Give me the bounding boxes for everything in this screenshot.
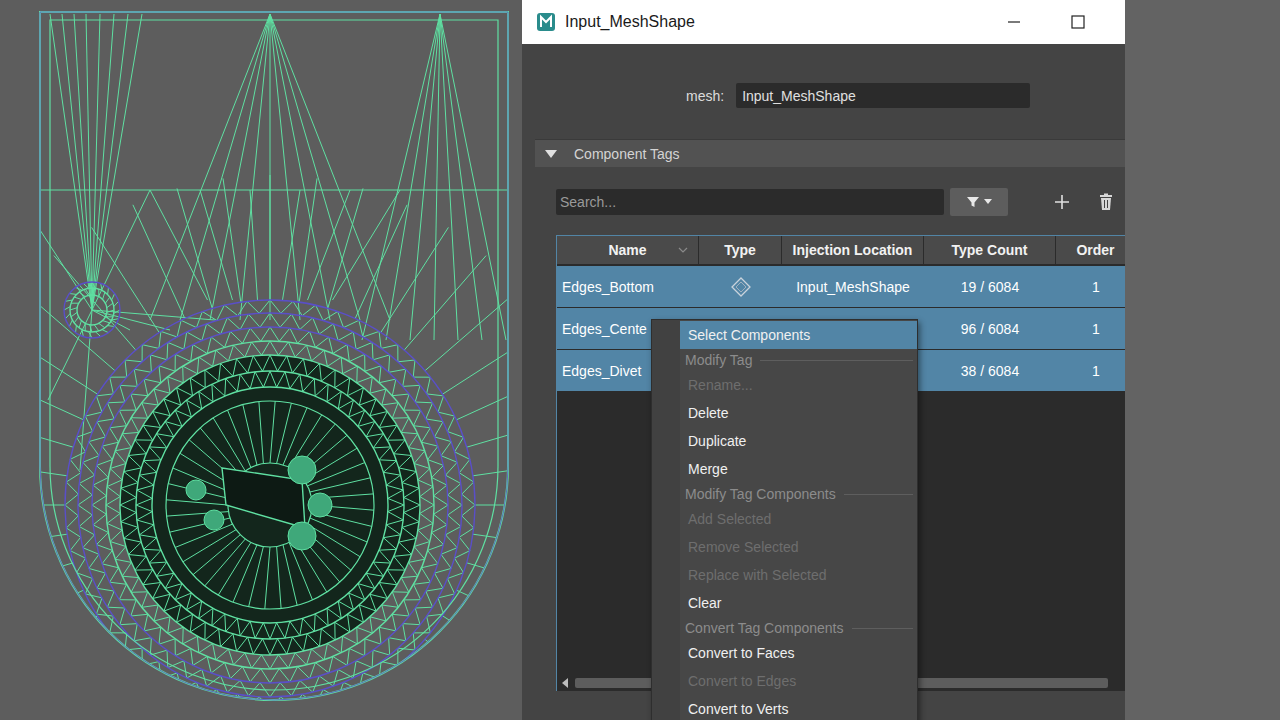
menu-section: Modify Tag Components (680, 483, 917, 505)
table-cell: 1 (1056, 266, 1125, 307)
menu-item[interactable]: Duplicate (680, 427, 917, 455)
column-header[interactable]: Order (1056, 236, 1125, 264)
mesh-label: mesh: (686, 88, 724, 104)
search-field[interactable] (556, 189, 944, 215)
table-cell: Input_MeshShape (782, 266, 924, 307)
table-cell: Edges_Bottom (557, 266, 699, 307)
menu-section: Modify Tag (680, 349, 917, 371)
menu-item[interactable]: Convert to Verts (680, 695, 917, 720)
scroll-left-icon[interactable] (561, 678, 569, 688)
table-header: NameTypeInjection LocationType CountOrde… (557, 236, 1125, 265)
table-row[interactable]: Edges_Bottom Input_MeshShape19 / 60841 (557, 266, 1125, 307)
menu-item[interactable]: Merge (680, 455, 917, 483)
sort-icon (678, 245, 688, 255)
filter-button[interactable] (950, 188, 1008, 216)
table-cell: 1 (1056, 350, 1125, 391)
mesh-field[interactable]: Input_MeshShape (736, 83, 1030, 108)
section-title: Component Tags (574, 146, 680, 162)
minimize-icon[interactable] (1004, 12, 1024, 32)
column-header[interactable]: Name (557, 236, 699, 264)
mesh-row: mesh: Input_MeshShape (522, 83, 1125, 108)
viewport[interactable] (0, 0, 522, 720)
menu-item: Convert to Edges (680, 667, 917, 695)
menu-item[interactable]: Select Components (680, 321, 917, 349)
menu-item: Rename... (680, 371, 917, 399)
filter-icon (966, 195, 980, 209)
table-cell: 19 / 6084 (924, 266, 1056, 307)
section-header[interactable]: Component Tags (535, 139, 1125, 167)
menu-item: Add Selected (680, 505, 917, 533)
trash-icon (1098, 193, 1114, 211)
title-bar[interactable]: Input_MeshShape (522, 0, 1125, 44)
edge-type-icon (730, 276, 752, 298)
menu-item[interactable]: Clear (680, 589, 917, 617)
menu-section: Convert Tag Components (680, 617, 917, 639)
background-strip (1125, 0, 1280, 720)
screen: Input_MeshShape mesh: Input_MeshShape Compo… (0, 0, 1280, 720)
menu-item: Remove Selected (680, 533, 917, 561)
attribute-window: Input_MeshShape mesh: Input_MeshShape Compo… (522, 0, 1125, 720)
expand-icon[interactable] (544, 149, 558, 159)
window-controls (1004, 12, 1125, 32)
mesh-wireframe (0, 0, 522, 720)
menu-item: Replace with Selected (680, 561, 917, 589)
window-title: Input_MeshShape (565, 13, 695, 31)
menu-item[interactable]: Convert to Faces (680, 639, 917, 667)
section-rule (852, 628, 914, 629)
add-button[interactable] (1052, 192, 1072, 212)
delete-button[interactable] (1096, 192, 1116, 212)
table-cell (699, 266, 782, 307)
context-menu: Select ComponentsModify TagRename...Dele… (651, 319, 918, 720)
maximize-icon[interactable] (1068, 12, 1088, 32)
caret-icon (984, 199, 992, 205)
menu-item[interactable]: Delete (680, 399, 917, 427)
search-row (556, 188, 1125, 216)
column-header[interactable]: Type Count (924, 236, 1056, 264)
section-rule (760, 360, 913, 361)
column-header[interactable]: Type (699, 236, 782, 264)
section-rule (844, 494, 913, 495)
table-cell: 38 / 6084 (924, 350, 1056, 391)
plus-icon (1053, 193, 1071, 211)
column-header[interactable]: Injection Location (782, 236, 924, 264)
table-cell: 96 / 6084 (924, 308, 1056, 349)
table-cell: 1 (1056, 308, 1125, 349)
app-icon (536, 12, 556, 32)
